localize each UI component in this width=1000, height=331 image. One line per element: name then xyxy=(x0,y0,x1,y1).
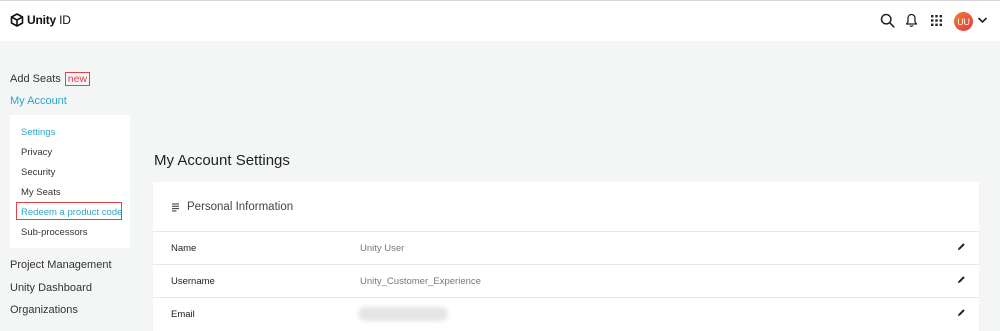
user-avatar[interactable]: UU xyxy=(954,12,973,31)
top-bar: Unity ID UU xyxy=(0,0,1000,41)
bell-icon[interactable] xyxy=(905,13,918,28)
add-seats-link[interactable]: Add Seats new xyxy=(10,72,91,86)
brand-name: Unity ID xyxy=(27,13,71,27)
subnav-security[interactable]: Security xyxy=(21,167,55,178)
edit-pencil-icon[interactable] xyxy=(957,308,966,317)
row-value: Unity_Customer_Experience xyxy=(360,276,481,287)
my-account-link[interactable]: My Account xyxy=(10,95,67,107)
row-label: Name xyxy=(171,243,197,254)
row-username: Username Unity_Customer_Experience xyxy=(153,264,979,297)
subnav-settings[interactable]: Settings xyxy=(21,127,55,138)
organizations-link[interactable]: Organizations xyxy=(10,304,78,316)
unity-dashboard-link[interactable]: Unity Dashboard xyxy=(10,282,92,294)
unity-id-logo[interactable]: Unity ID xyxy=(10,13,71,27)
chevron-down-icon[interactable] xyxy=(978,17,987,24)
section-header: Personal Information xyxy=(172,201,293,213)
subnav-privacy[interactable]: Privacy xyxy=(21,147,52,158)
row-name: Name Unity User xyxy=(153,231,979,264)
list-icon xyxy=(172,202,179,211)
apps-grid-icon[interactable] xyxy=(931,15,942,26)
row-email: Email xyxy=(153,297,979,330)
edit-pencil-icon[interactable] xyxy=(957,275,966,284)
personal-information-card: Personal Information Name Unity User Use… xyxy=(153,182,979,331)
row-label: Username xyxy=(171,276,215,287)
redeem-highlight-box xyxy=(16,202,122,220)
subnav-my-seats[interactable]: My Seats xyxy=(21,187,61,198)
section-title: Personal Information xyxy=(187,201,294,213)
project-management-link[interactable]: Project Management xyxy=(10,259,112,271)
redacted-email xyxy=(358,307,448,321)
unity-cube-icon xyxy=(10,13,24,27)
row-value: Unity User xyxy=(360,243,405,254)
subnav-sub-processors[interactable]: Sub-processors xyxy=(21,227,88,238)
row-label: Email xyxy=(171,309,195,320)
add-seats-label: Add Seats xyxy=(10,73,61,85)
new-badge: new xyxy=(64,72,91,86)
edit-pencil-icon[interactable] xyxy=(957,242,966,251)
page-title: My Account Settings xyxy=(154,152,290,169)
search-icon[interactable] xyxy=(880,13,895,28)
